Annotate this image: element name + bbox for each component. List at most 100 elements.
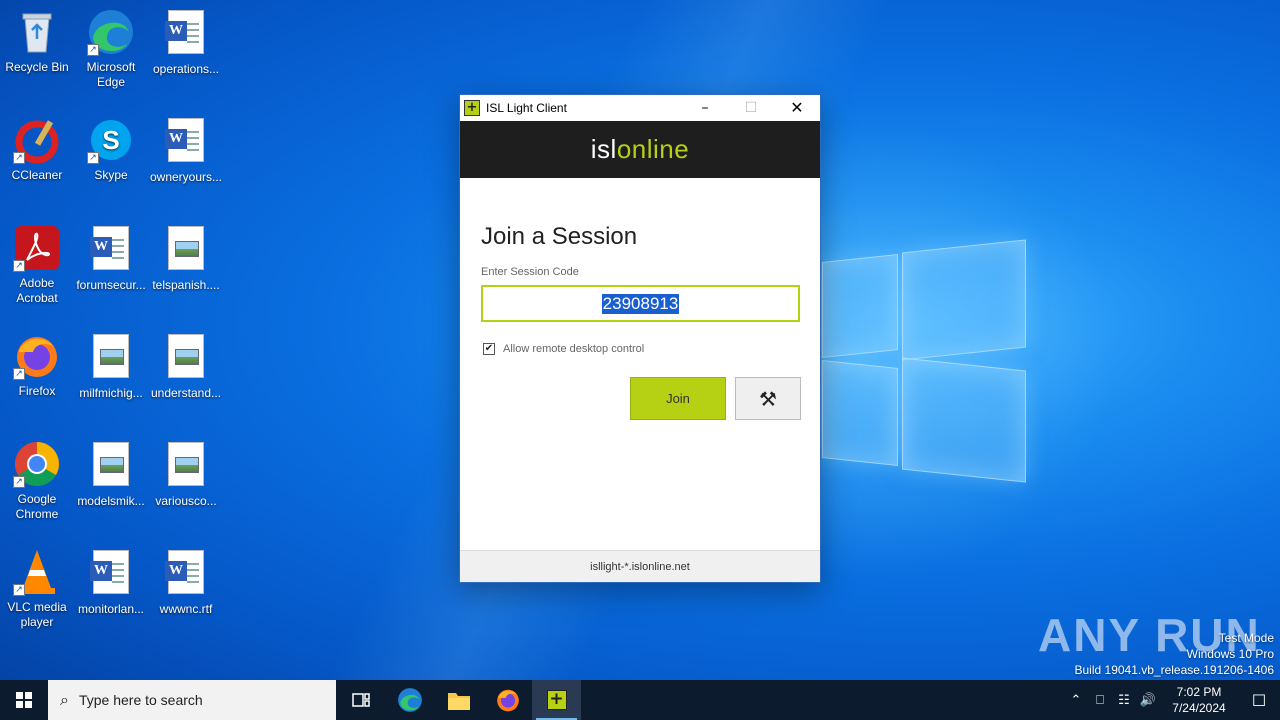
isl-app-icon: + (546, 690, 567, 710)
word-document-icon: W (162, 10, 210, 58)
svg-text:S: S (102, 125, 119, 155)
desktop-icon-microsoft-edge[interactable]: ↗ Microsoft Edge (73, 8, 149, 90)
allow-remote-control-checkbox[interactable]: ✔ (483, 343, 495, 355)
desktop-icon-label: Skype (94, 168, 128, 182)
shortcut-arrow-icon: ↗ (87, 152, 99, 164)
desktop-icon-label: CCleaner (11, 168, 63, 182)
isl-app-icon: + (464, 100, 480, 116)
system-tray: ⌃ ⎕ ☷ 🔊 7:02 PM 7/24/2024 ☐ (1064, 680, 1280, 720)
desktop-icon-label: monitorlan... (77, 602, 145, 616)
desktop-icon-label: Google Chrome (15, 492, 59, 521)
desktop-icon-label: telspanish.... (152, 278, 220, 292)
chrome-icon: ↗ (13, 440, 61, 488)
build-label: Build 19041.vb_release.191206-1406 (1074, 663, 1275, 677)
desktop-icon-vlc[interactable]: ↗ VLC media player (0, 548, 75, 630)
desktop-icon-label: Recycle Bin (5, 60, 69, 74)
desktop-icon-label: Adobe Acrobat (16, 276, 58, 305)
isl-light-client-window: + ISL Light Client – ☐ ✕ isl online Join … (459, 94, 821, 583)
taskbar-clock[interactable]: 7:02 PM 7/24/2024 (1160, 684, 1238, 716)
desktop-icon-label: Firefox (18, 384, 56, 398)
desktop-icon-label: wwwnc.rtf (159, 602, 213, 616)
desktop-icon-word-doc[interactable]: W monitorlan... (73, 548, 149, 617)
clock-date: 7/24/2024 (1172, 701, 1226, 715)
taskbar-search-box[interactable]: ⌕ (48, 680, 336, 720)
windows-start-icon (16, 692, 32, 708)
desktop-icon-firefox[interactable]: ↗ Firefox (0, 332, 75, 399)
desktop-icon-word-doc[interactable]: W owneryours... (148, 116, 224, 185)
desktop-icon-label: variousco... (155, 494, 217, 508)
search-input[interactable] (78, 692, 299, 708)
network-icon[interactable]: ☷ (1112, 693, 1136, 708)
window-titlebar[interactable]: + ISL Light Client – ☐ ✕ (460, 95, 820, 121)
vlc-cone-icon: ↗ (13, 548, 61, 596)
notification-icon[interactable]: ☐ (1238, 691, 1280, 710)
firefox-icon (496, 689, 519, 712)
edge-icon: ↗ (87, 8, 135, 56)
shortcut-arrow-icon: ↗ (13, 368, 25, 380)
desktop-icon-image-file[interactable]: telspanish.... (148, 224, 224, 293)
desktop-icon-image-file[interactable]: milfmichig... (73, 332, 149, 401)
image-file-icon (87, 334, 135, 382)
word-document-icon: W (162, 118, 210, 166)
desktop-icon-word-doc[interactable]: W operations... (148, 8, 224, 77)
task-view-icon (351, 693, 370, 707)
device-icon[interactable]: ⎕ (1088, 693, 1112, 708)
shortcut-arrow-icon: ↗ (13, 152, 25, 164)
word-document-icon: W (162, 550, 210, 598)
taskbar-edge[interactable] (385, 680, 434, 720)
test-mode-label: Test Mode (1218, 631, 1274, 645)
close-button[interactable]: ✕ (774, 95, 820, 121)
session-code-input[interactable]: 23908913 (481, 285, 800, 322)
allow-remote-control-row[interactable]: ✔ Allow remote desktop control (483, 343, 644, 355)
shortcut-arrow-icon: ↗ (87, 44, 99, 56)
image-file-icon (162, 442, 210, 490)
page-title: Join a Session (481, 223, 638, 250)
desktop-icon-label: modelsmik... (77, 494, 145, 508)
desktop-icon-image-file[interactable]: understand... (148, 332, 224, 401)
settings-button[interactable]: ⚒ (735, 377, 801, 420)
brand-logo-isl: isl (590, 134, 617, 164)
image-file-icon (87, 442, 135, 490)
skype-icon: S ↗ (87, 116, 135, 164)
task-view-button[interactable] (336, 680, 385, 720)
session-code-value: 23908913 (601, 293, 680, 314)
desktop-icon-label: VLC media player (7, 600, 67, 629)
desktop-icon-recycle-bin[interactable]: Recycle Bin (0, 8, 75, 75)
word-document-icon: W (87, 550, 135, 598)
desktop-icon-word-doc[interactable]: W forumsecur... (73, 224, 149, 293)
server-address-footer: isllight-*.islonline.net (460, 550, 820, 582)
desktop-icon-google-chrome[interactable]: ↗ Google Chrome (0, 440, 75, 522)
desktop-icon-ccleaner[interactable]: ↗ CCleaner (0, 116, 75, 183)
brand-logo-online: online (616, 134, 690, 164)
taskbar-file-explorer[interactable] (434, 680, 483, 720)
session-code-label: Enter Session Code (481, 266, 579, 278)
desktop-icon-label: Microsoft Edge (86, 60, 136, 89)
ccleaner-icon: ↗ (13, 116, 61, 164)
window-title: ISL Light Client (486, 101, 567, 115)
os-edition-label: Windows 10 Pro (1186, 647, 1274, 661)
adobe-acrobat-icon: ↗ (13, 224, 61, 272)
desktop-icon-label: operations... (152, 62, 220, 76)
start-button[interactable] (0, 680, 48, 720)
maximize-button[interactable]: ☐ (728, 95, 774, 121)
desktop-icon-label: owneryours... (149, 170, 223, 184)
desktop-icon-skype[interactable]: S ↗ Skype (73, 116, 149, 183)
desktop-icon-image-file[interactable]: variousco... (148, 440, 224, 509)
shortcut-arrow-icon: ↗ (13, 476, 25, 488)
desktop-icon-word-doc[interactable]: W wwwnc.rtf (148, 548, 224, 617)
image-file-icon (162, 334, 210, 382)
desktop-icon-adobe-acrobat[interactable]: ↗ Adobe Acrobat (0, 224, 75, 306)
word-document-icon: W (87, 226, 135, 274)
shortcut-arrow-icon: ↗ (13, 260, 25, 272)
taskbar-isl-light[interactable]: + (532, 680, 581, 720)
minimize-button[interactable]: – (682, 95, 728, 121)
desktop-icon-label: understand... (150, 386, 222, 400)
desktop-icon-image-file[interactable]: modelsmik... (73, 440, 149, 509)
folder-icon (447, 693, 470, 710)
chevron-up-icon[interactable]: ⌃ (1064, 693, 1088, 708)
volume-icon[interactable]: 🔊 (1136, 693, 1160, 708)
join-button[interactable]: Join (630, 377, 726, 420)
taskbar-firefox[interactable] (483, 680, 532, 720)
firefox-icon: ↗ (13, 332, 61, 380)
image-file-icon (162, 226, 210, 274)
